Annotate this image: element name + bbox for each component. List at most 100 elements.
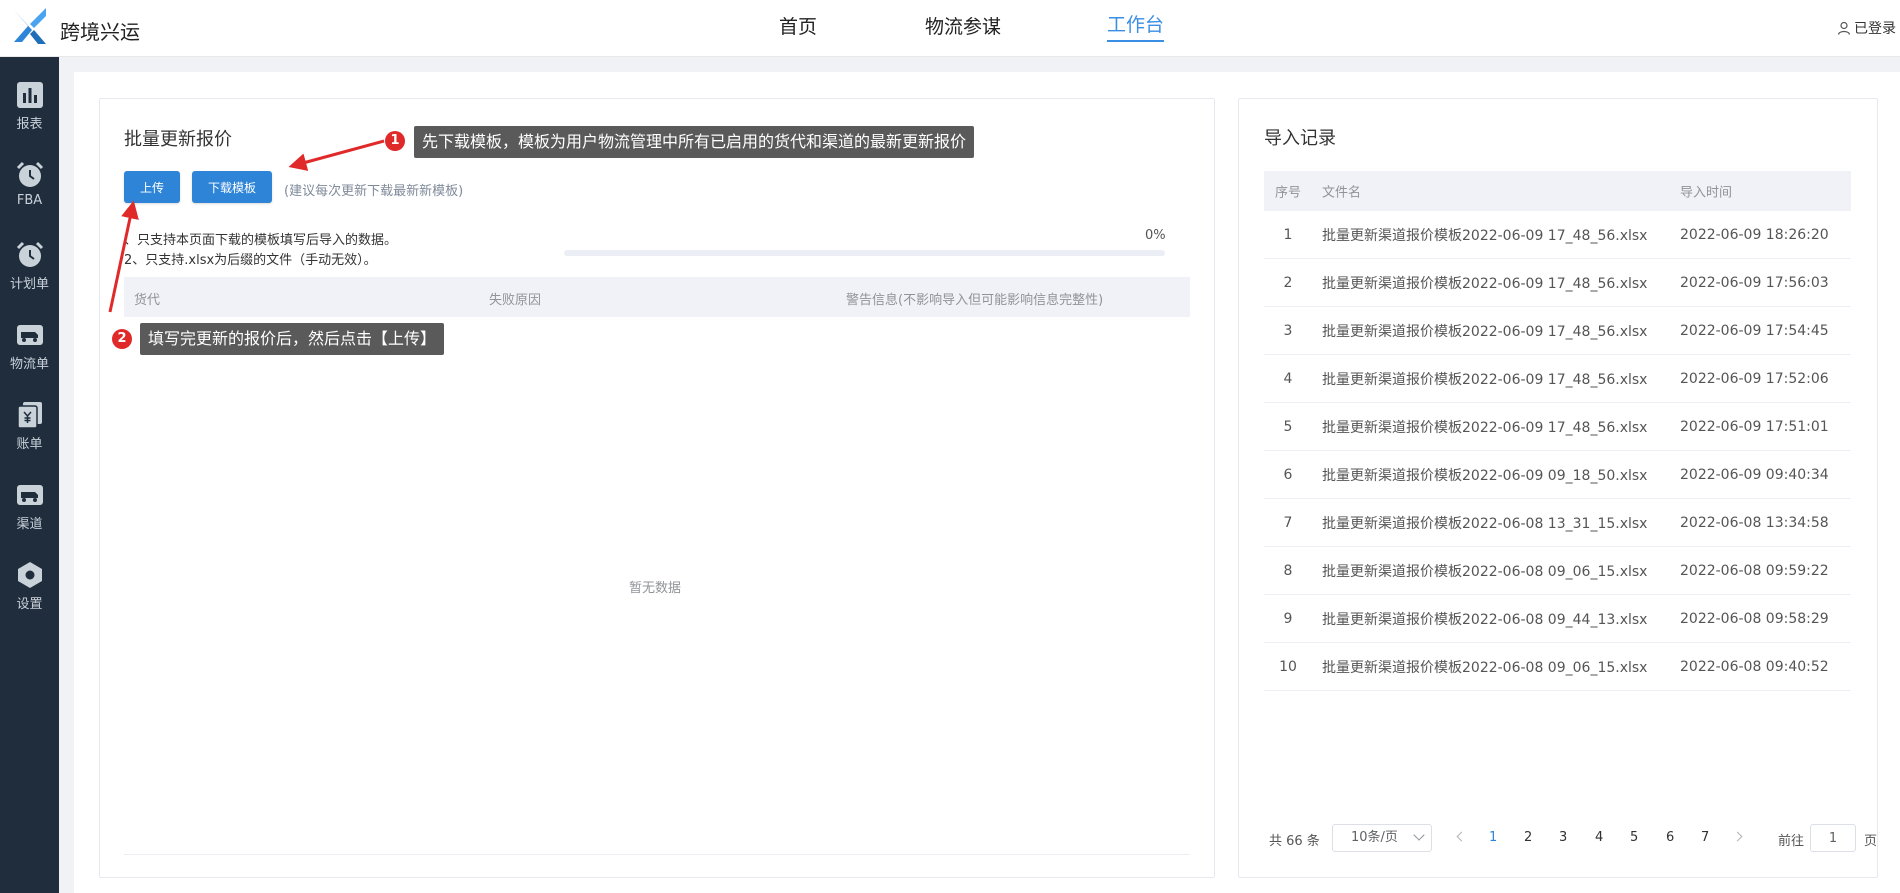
- row-filename: 批量更新渠道报价模板2022-06-08 09_06_15.xlsx: [1322, 659, 1648, 676]
- callout-download-tip: 先下载模板，模板为用户物流管理中所有已启用的货代和渠道的最新更新报价: [414, 126, 975, 158]
- row-import-time: 2022-06-09 17:51:01: [1680, 418, 1829, 435]
- top-bar: 跨境兴运 首页 物流参谋 工作台 已登录: [0, 0, 1900, 57]
- result-table-header: 货代 失败原因 警告信息(不影响导入但可能影响信息完整性): [124, 277, 1190, 317]
- row-index: 9: [1283, 610, 1293, 627]
- prev-page-icon[interactable]: [1456, 831, 1467, 842]
- sidebar-item-label: 报表: [16, 117, 43, 132]
- table-row: 1 批量更新渠道报价模板2022-06-09 17_48_56.xlsx 2022-…: [1264, 211, 1851, 259]
- row-import-time: 2022-06-09 09:40:34: [1680, 466, 1829, 483]
- truck-icon: [16, 325, 43, 345]
- upload-button[interactable]: 上传: [124, 171, 180, 203]
- nav-home[interactable]: 首页: [779, 0, 817, 57]
- page-number-1[interactable]: 1: [1489, 830, 1497, 845]
- page-number-4[interactable]: 4: [1595, 830, 1603, 845]
- user-icon: [1837, 21, 1851, 35]
- row-index: 8: [1283, 562, 1293, 579]
- page-size-value: 10条/页: [1351, 830, 1398, 845]
- sidebar-item-bill[interactable]: 账单: [0, 387, 59, 453]
- table-row: 2 批量更新渠道报价模板2022-06-09 17_48_56.xlsx 2022-…: [1264, 259, 1851, 307]
- panel-title: 批量更新报价: [124, 129, 232, 150]
- sidebar-item-channel[interactable]: 渠道: [0, 467, 59, 533]
- page-number-5[interactable]: 5: [1630, 830, 1638, 845]
- sidebar-item-settings[interactable]: 设置: [0, 547, 59, 613]
- sidebar-item-label: 设置: [16, 597, 43, 612]
- table-row: 6 批量更新渠道报价模板2022-06-09 09_18_50.xlsx 2022-…: [1264, 451, 1851, 499]
- row-import-time: 2022-06-08 13:34:58: [1680, 514, 1829, 531]
- records-table-header: 序号 文件名 导入时间: [1264, 171, 1851, 211]
- chevron-down-icon: [1413, 829, 1425, 841]
- sidebar-item-label: FBA: [16, 193, 43, 208]
- import-records-panel: 导入记录 序号 文件名 导入时间 1 批量更新渠道报价模板2022-06-09 1…: [1238, 98, 1878, 878]
- row-index: 2: [1283, 274, 1293, 291]
- brand-name: 跨境兴运: [60, 20, 140, 44]
- pagination: 共 66 条 10条/页 1 2 3 4 5 6 7 前往 页: [1264, 823, 1877, 853]
- row-filename: 批量更新渠道报价模板2022-06-09 17_48_56.xlsx: [1322, 275, 1648, 292]
- sidebar-item-report[interactable]: 报表: [0, 67, 59, 133]
- bill-icon: [16, 402, 42, 429]
- goto-page-input[interactable]: [1810, 824, 1856, 852]
- table-row: 10 批量更新渠道报价模板2022-06-08 09_06_15.xlsx 2022…: [1264, 643, 1851, 691]
- sidebar-item-fba[interactable]: FBA: [0, 147, 59, 213]
- table-row: 3 批量更新渠道报价模板2022-06-09 17_48_56.xlsx 2022-…: [1264, 307, 1851, 355]
- brand-logo-icon[interactable]: [12, 6, 48, 46]
- row-import-time: 2022-06-08 09:40:52: [1680, 658, 1829, 675]
- nav-logistics-advisor[interactable]: 物流参谋: [925, 0, 1001, 57]
- row-import-time: 2022-06-08 09:58:29: [1680, 610, 1829, 627]
- goto-label: 前往: [1778, 834, 1805, 849]
- callout-badge-2: 2: [112, 329, 132, 349]
- goto-suffix: 页: [1864, 834, 1878, 849]
- alarm-clock-icon: [16, 161, 43, 187]
- sidebar-item-logistics-order[interactable]: 物流单: [0, 307, 59, 373]
- row-filename: 批量更新渠道报价模板2022-06-09 09_18_50.xlsx: [1322, 467, 1648, 484]
- row-filename: 批量更新渠道报价模板2022-06-09 17_48_56.xlsx: [1322, 371, 1648, 388]
- nav-workbench-label: 工作台: [1107, 14, 1165, 36]
- truck-icon: [16, 485, 43, 505]
- row-filename: 批量更新渠道报价模板2022-06-08 09_06_15.xlsx: [1322, 563, 1648, 580]
- page-size-select[interactable]: 10条/页: [1332, 824, 1432, 852]
- batch-update-panel: 批量更新报价 上传 下载模板 (建议每次更新下载最新新模板) 、只支持本页面下载…: [99, 98, 1215, 878]
- callout-badge-1: 1: [385, 131, 405, 151]
- sidebar-item-label: 物流单: [9, 357, 49, 372]
- table-row: 4 批量更新渠道报价模板2022-06-09 17_48_56.xlsx 2022-…: [1264, 355, 1851, 403]
- row-import-time: 2022-06-09 17:56:03: [1680, 274, 1829, 291]
- hexagon-gear-icon: [17, 562, 42, 588]
- records-title: 导入记录: [1264, 128, 1336, 149]
- page-number-6[interactable]: 6: [1666, 830, 1674, 845]
- nav-workbench[interactable]: 工作台: [1107, 0, 1165, 42]
- column-import-time: 导入时间: [1680, 185, 1733, 201]
- user-status-label: 已登录: [1854, 21, 1896, 37]
- column-warning-info: 警告信息(不影响导入但可能影响信息完整性): [846, 293, 1104, 308]
- row-filename: 批量更新渠道报价模板2022-06-09 17_48_56.xlsx: [1322, 419, 1648, 436]
- callout-upload-tip: 填写完更新的报价后，然后点击【上传】: [140, 323, 445, 355]
- sidebar-item-label: 计划单: [9, 277, 49, 292]
- table-divider: [124, 854, 1190, 855]
- row-filename: 批量更新渠道报价模板2022-06-08 09_44_13.xlsx: [1322, 611, 1648, 628]
- pagination-total: 共 66 条: [1269, 834, 1320, 849]
- row-index: 4: [1283, 370, 1293, 387]
- table-row: 9 批量更新渠道报价模板2022-06-08 09_44_13.xlsx 2022-…: [1264, 595, 1851, 643]
- page-number-7[interactable]: 7: [1701, 830, 1709, 845]
- alarm-clock-icon: [16, 241, 43, 267]
- download-hint: (建议每次更新下载最新新模板): [284, 184, 464, 199]
- column-index: 序号: [1274, 185, 1301, 201]
- row-index: 7: [1283, 514, 1293, 531]
- note-line-1: 、只支持本页面下载的模板填写后导入的数据。: [124, 233, 398, 248]
- user-status[interactable]: 已登录: [1837, 18, 1896, 38]
- page-number-2[interactable]: 2: [1524, 830, 1532, 845]
- row-filename: 批量更新渠道报价模板2022-06-09 17_48_56.xlsx: [1322, 323, 1648, 340]
- row-index: 5: [1283, 418, 1293, 435]
- sidebar: 报表 FBA 计划单 物流单 账单 渠道 设置: [0, 57, 59, 893]
- page-number-3[interactable]: 3: [1559, 830, 1567, 845]
- records-table: 序号 文件名 导入时间 1 批量更新渠道报价模板2022-06-09 17_48_…: [1264, 171, 1851, 691]
- column-forwarder: 货代: [134, 293, 161, 308]
- progress-percent: 0%: [1145, 228, 1166, 243]
- table-row: 7 批量更新渠道报价模板2022-06-08 13_31_15.xlsx 2022-…: [1264, 499, 1851, 547]
- download-template-button[interactable]: 下载模板: [192, 171, 272, 203]
- row-import-time: 2022-06-09 17:52:06: [1680, 370, 1829, 387]
- next-page-icon[interactable]: [1732, 831, 1743, 842]
- sidebar-item-plan-order[interactable]: 计划单: [0, 227, 59, 293]
- sidebar-item-label: 账单: [16, 437, 43, 452]
- row-index: 3: [1283, 322, 1293, 339]
- row-import-time: 2022-06-09 18:26:20: [1680, 226, 1829, 243]
- table-row: 8 批量更新渠道报价模板2022-06-08 09_06_15.xlsx 2022-…: [1264, 547, 1851, 595]
